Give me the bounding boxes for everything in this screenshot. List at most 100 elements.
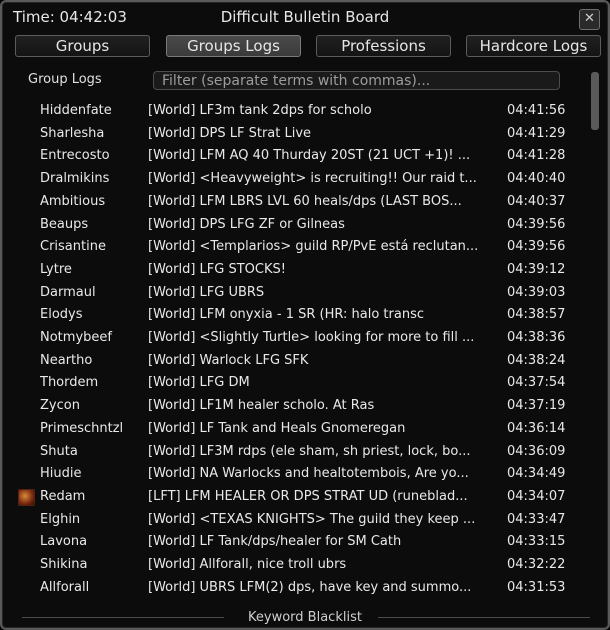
log-message: [World] <Heavyweight> is recruiting!! Ou…	[148, 171, 477, 187]
log-message: [World] LF3m tank 2dps for scholo	[148, 103, 372, 118]
log-message: [World] <TEXAS KNIGHTS> The guild they k…	[148, 511, 476, 527]
log-time: 04:37:54	[507, 375, 566, 391]
player-name[interactable]: Ambitious	[40, 191, 144, 213]
log-message: [World] <Templarios> guild RP/PvE está r…	[148, 239, 479, 255]
log-message: [World] DPS LF Strat Live	[148, 125, 312, 141]
log-message: [World] LFG UBRS	[148, 284, 265, 300]
log-message: [World] LFG STOCKS!	[148, 261, 286, 277]
log-time: 04:38:57	[507, 307, 566, 323]
log-row[interactable]: Shuta [World] LF3M rdps (ele sham, sh pri…	[2, 441, 602, 463]
log-row[interactable]: Ambitious [World] LFM LBRS LVL 60 heals/d…	[2, 191, 602, 213]
log-message: [World] LF3M rdps (ele sham, sh priest, …	[148, 443, 471, 459]
log-row[interactable]: Beaups [World] DPS LFG ZF or Gilneas 04:39…	[2, 214, 602, 236]
player-name[interactable]: Hiudie	[40, 463, 144, 485]
log-row[interactable]: Lytre [World] LFG STOCKS! 04:39:12	[2, 259, 602, 281]
log-row[interactable]: Redam [LFT] LFM HEALER OR DPS STRAT UD (r…	[2, 486, 602, 508]
log-message: [World] Warlock LFG SFK	[148, 352, 309, 368]
log-row[interactable]: Thordem [World] LFG DM 04:37:54	[2, 372, 602, 394]
player-name[interactable]: Shikina	[40, 554, 144, 576]
player-name[interactable]: Beaups	[40, 214, 144, 236]
log-time: 04:38:36	[507, 330, 566, 345]
log-message: [World] LF1M healer scholo. At Ras	[148, 398, 375, 414]
log-message: [World] LFM onyxia - 1 SR (HR: halo tran…	[148, 307, 424, 323]
tab-professions[interactable]: Professions	[316, 35, 451, 57]
player-name[interactable]: Lavona	[40, 531, 144, 553]
log-row[interactable]: Shikina [World] Allforall, nice troll ubr…	[2, 554, 602, 576]
log-row[interactable]: Hiddenfate [World] LF3m tank 2dps for sch…	[2, 100, 602, 122]
log-message: [World] LFG DM	[148, 375, 250, 391]
player-name[interactable]: Zycon	[40, 395, 144, 417]
player-name[interactable]: Primeschntzl	[40, 418, 144, 440]
log-time: 04:36:14	[507, 420, 566, 436]
log-row[interactable]: Lavona [World] LF Tank/dps/healer for SM …	[2, 531, 602, 553]
player-name[interactable]: Allforall	[40, 577, 144, 599]
class-portrait-icon	[18, 488, 35, 506]
log-row[interactable]: Sharlesha [World] DPS LF Strat Live 04:41:…	[2, 123, 602, 145]
player-name[interactable]: Crisantine	[40, 236, 144, 258]
tab-groups[interactable]: Groups	[15, 35, 150, 57]
close-button[interactable]: ✕	[579, 9, 600, 30]
log-row[interactable]: Allforall [World] UBRS LFM(2) dps, have k…	[2, 577, 602, 599]
log-time: 04:33:15	[507, 534, 566, 550]
player-name[interactable]: Elodys	[40, 304, 144, 326]
player-name[interactable]: Thordem	[40, 372, 144, 394]
log-time: 04:39:12	[507, 261, 566, 277]
log-time: 04:40:40	[507, 171, 566, 187]
log-time: 04:39:03	[507, 284, 566, 300]
log-time: 04:41:56	[507, 103, 566, 118]
player-name[interactable]: Darmaul	[40, 282, 144, 304]
log-row[interactable]: Crisantine [World] <Templarios> guild RP/…	[2, 236, 602, 258]
player-name[interactable]: Dralmikins	[40, 168, 144, 190]
log-message: [LFT] LFM HEALER OR DPS STRAT UD (runebl…	[148, 488, 468, 504]
log-row[interactable]: Neartho [World] Warlock LFG SFK 04:38:24	[2, 350, 602, 372]
log-message: [World] LF Tank/dps/healer for SM Cath	[148, 534, 402, 550]
log-message: [World] Allforall, nice troll ubrs	[148, 557, 347, 572]
log-row[interactable]: Dralmikins [World] <Heavyweight> is recru…	[2, 168, 602, 190]
title-bar[interactable]: Time: 04:42:03 Difficult Bulletin Board …	[2, 2, 608, 32]
log-message: [World] LFM AQ 40 Thurday 20ST (21 UCT +…	[148, 148, 471, 164]
log-row[interactable]: Elghin [World] <TEXAS KNIGHTS> The guild …	[2, 509, 602, 531]
log-message: [World] <Slightly Turtle> looking for mo…	[148, 330, 475, 345]
log-row[interactable]: Entrecosto [World] LFM AQ 40 Thurday 20ST…	[2, 145, 602, 167]
log-time: 04:34:07	[507, 488, 566, 504]
player-name[interactable]: Shuta	[40, 441, 144, 463]
log-row[interactable]: Hiudie [World] NA Warlocks and healtotemb…	[2, 463, 602, 485]
log-time: 04:39:56	[507, 216, 566, 232]
log-message: [World] NA Warlocks and healtotembois, A…	[148, 466, 469, 482]
tab-hardcore-logs[interactable]: Hardcore Logs	[466, 35, 601, 57]
player-name[interactable]: Lytre	[40, 259, 144, 281]
log-time: 04:41:29	[507, 125, 566, 141]
close-icon: ✕	[584, 11, 595, 26]
scrollbar[interactable]	[590, 68, 600, 606]
log-message: [World] DPS LFG ZF or Gilneas	[148, 216, 345, 232]
log-row[interactable]: Primeschntzl [World] LF Tank and Heals Gn…	[2, 418, 602, 440]
player-name[interactable]: Sharlesha	[40, 123, 144, 145]
player-name[interactable]: Notmybeef	[40, 327, 144, 349]
log-time: 04:33:47	[507, 511, 566, 527]
log-time: 04:38:24	[507, 352, 566, 368]
log-time: 04:40:37	[507, 193, 566, 209]
window-title: Difficult Bulletin Board	[220, 8, 390, 26]
divider	[378, 617, 590, 618]
log-time: 04:39:56	[507, 239, 566, 255]
keyword-blacklist-section: Keyword Blacklist	[2, 607, 608, 629]
player-name[interactable]: Redam	[40, 486, 144, 508]
log-row[interactable]: Zycon [World] LF1M healer scholo. At Ras 0…	[2, 395, 602, 417]
player-name[interactable]: Elghin	[40, 509, 144, 531]
log-message: [World] LFM LBRS LVL 60 heals/dps (LAST …	[148, 193, 462, 209]
log-time: 04:34:49	[507, 466, 566, 482]
log-time: 04:32:22	[507, 557, 566, 572]
group-logs-label: Group Logs	[28, 72, 102, 87]
filter-input[interactable]: Filter (separate terms with commas)...	[153, 71, 560, 90]
tab-groups-logs[interactable]: Groups Logs	[166, 35, 301, 57]
player-name[interactable]: Entrecosto	[40, 145, 144, 167]
log-row[interactable]: Elodys [World] LFM onyxia - 1 SR (HR: hal…	[2, 304, 602, 326]
player-name[interactable]: Neartho	[40, 350, 144, 372]
log-time: 04:37:19	[507, 398, 566, 414]
scrollbar-thumb[interactable]	[591, 72, 599, 130]
log-row[interactable]: Darmaul [World] LFG UBRS 04:39:03	[2, 282, 602, 304]
log-time: 04:36:09	[507, 443, 566, 459]
log-time: 04:31:53	[507, 579, 566, 595]
log-row[interactable]: Notmybeef [World] <Slightly Turtle> looki…	[2, 327, 602, 349]
player-name[interactable]: Hiddenfate	[40, 100, 144, 122]
